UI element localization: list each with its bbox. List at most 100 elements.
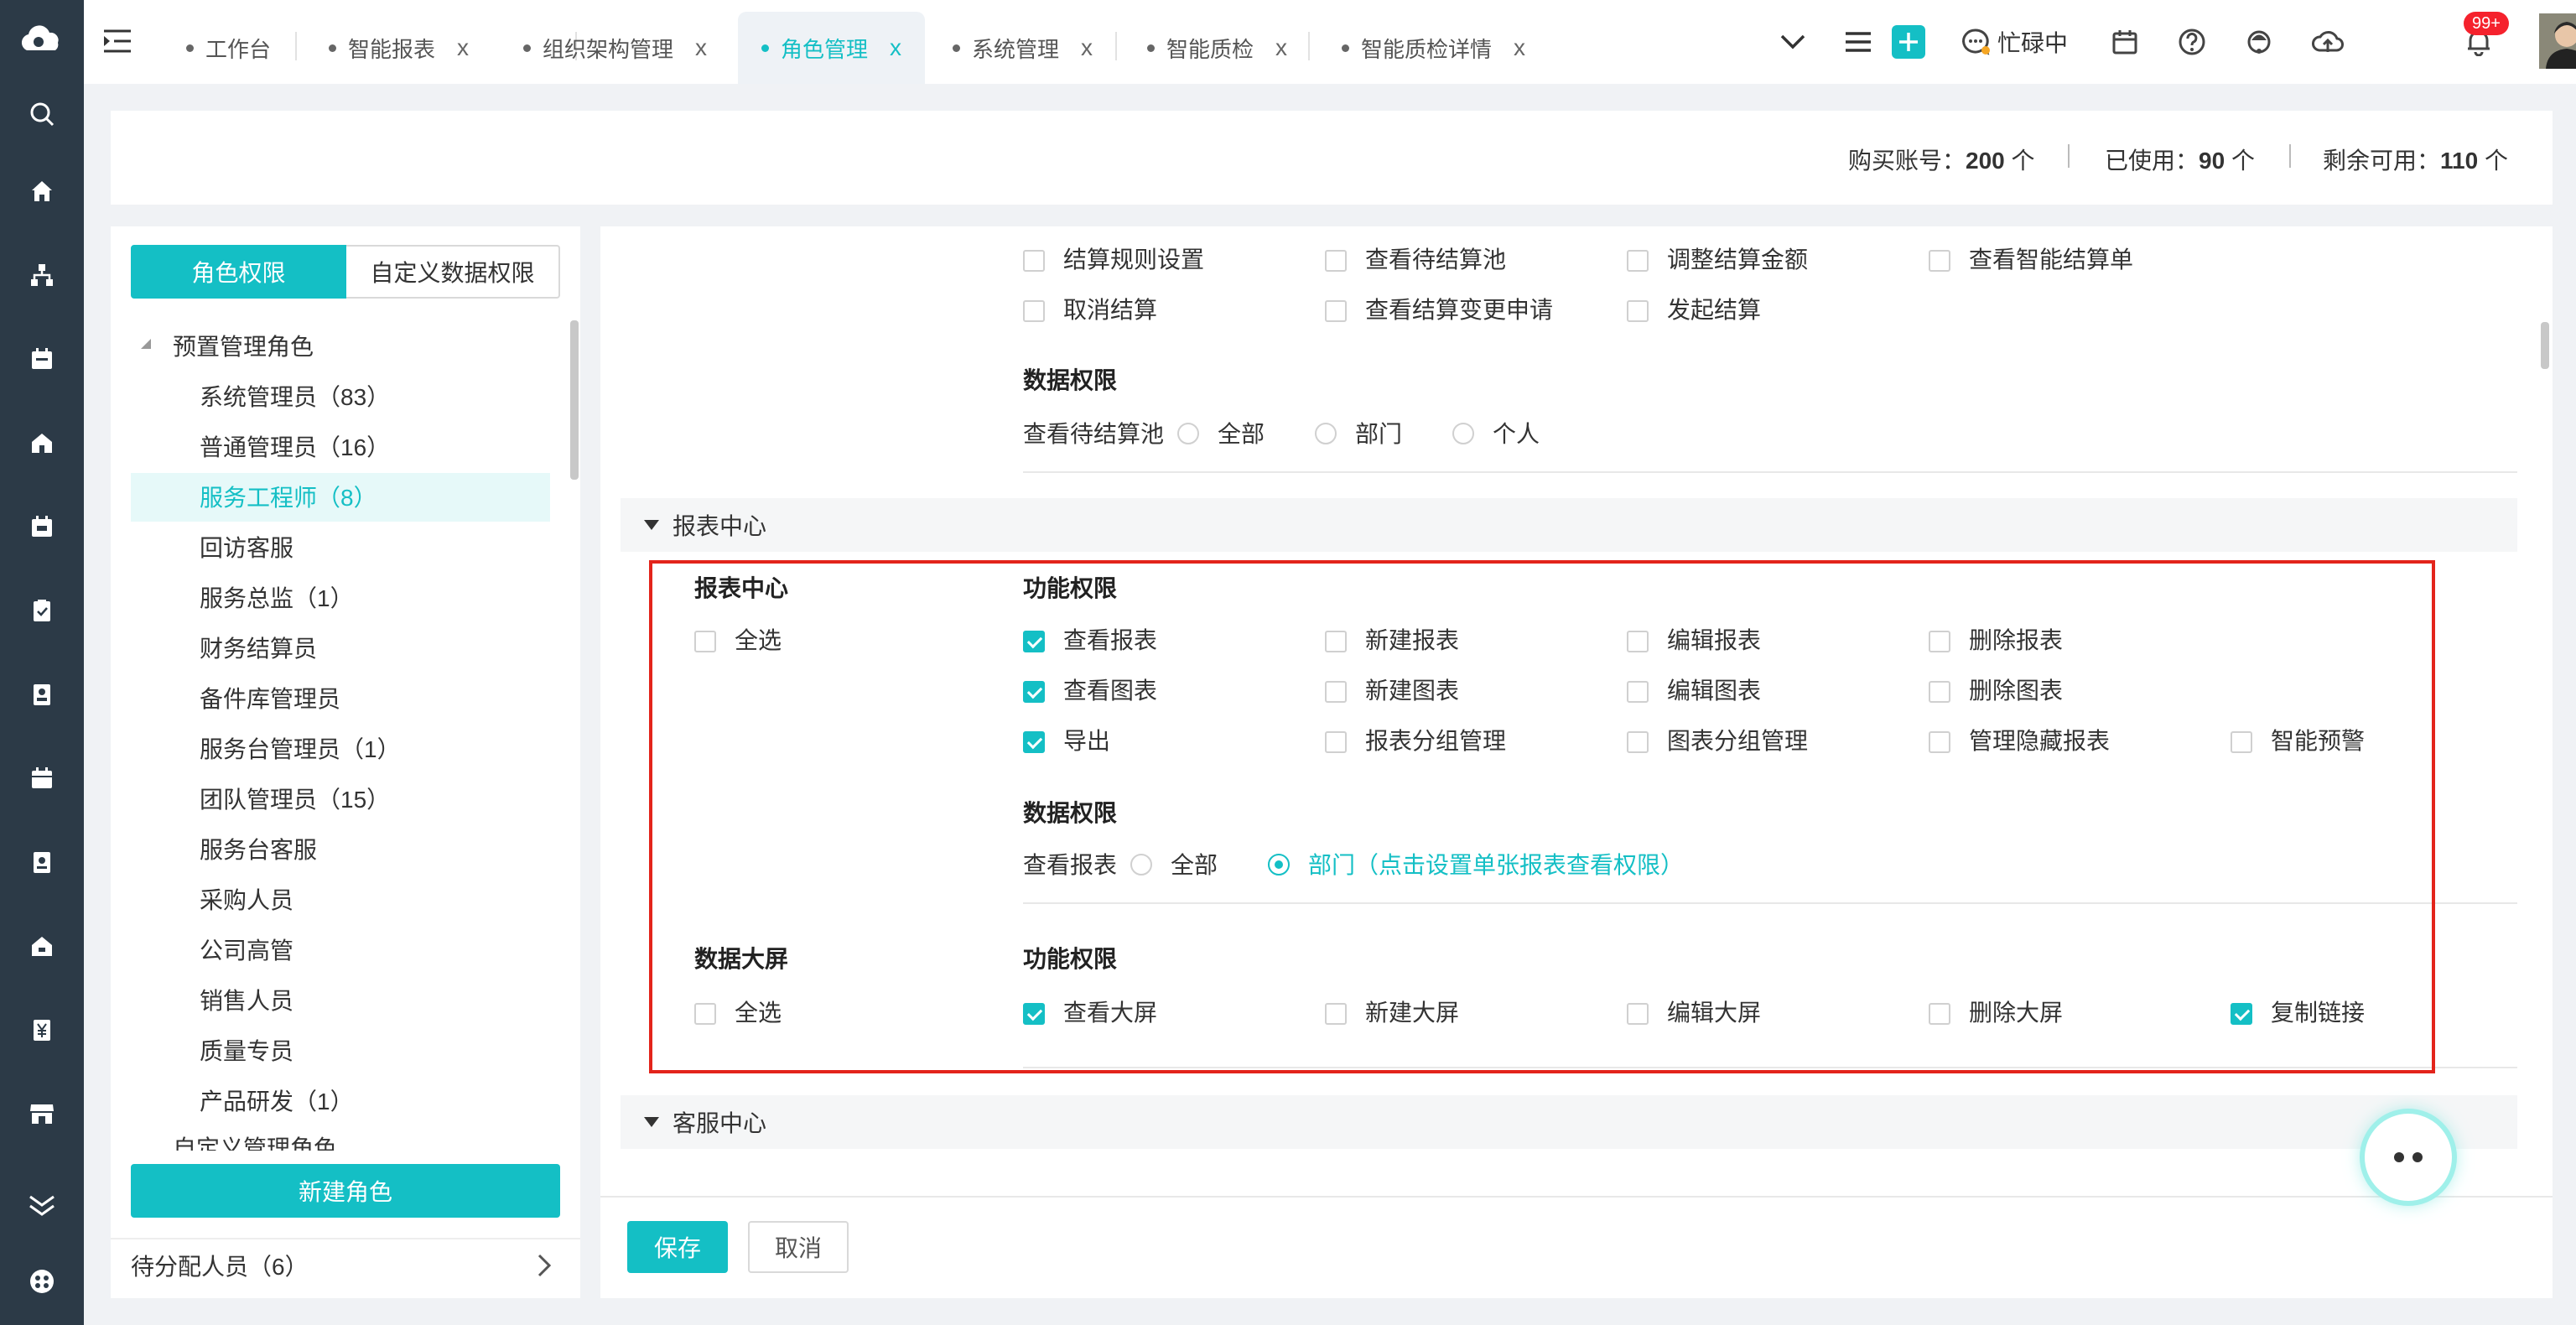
store-icon[interactable] xyxy=(25,1097,59,1130)
checkbox[interactable] xyxy=(1929,250,1950,272)
chevron-right-icon[interactable] xyxy=(537,1253,552,1282)
calendar-top-icon[interactable] xyxy=(2108,23,2142,60)
tree-item-role[interactable]: 产品研发（1） xyxy=(200,1077,354,1124)
tab-label: 系统管理 xyxy=(972,36,1060,62)
menu-toggle-icon[interactable] xyxy=(102,29,132,58)
checkbox[interactable] xyxy=(1325,300,1347,322)
stat-purchased: 购买账号：200 个 xyxy=(1848,143,2035,176)
tree-group-custom[interactable]: 自定义管理角色 xyxy=(173,1132,337,1151)
checkbox[interactable] xyxy=(1023,250,1045,272)
tree-item-role[interactable]: 质量专员 xyxy=(200,1026,293,1073)
chevron-down-icon[interactable] xyxy=(1776,23,1810,60)
pending-users-item[interactable]: 待分配人员（6） xyxy=(131,1239,309,1291)
tab-label: 智能质检详情 xyxy=(1361,36,1493,62)
stat-label: 已使用： xyxy=(2105,148,2199,174)
clipboard-icon[interactable] xyxy=(25,594,59,627)
calendar-grid-icon[interactable] xyxy=(25,761,59,795)
right-scrollbar[interactable] xyxy=(2541,322,2549,369)
save-button[interactable]: 保存 xyxy=(627,1221,728,1273)
tree-group-preset[interactable]: 预置管理角色 xyxy=(173,322,314,369)
assistant-icon[interactable] xyxy=(2242,23,2276,60)
search-icon[interactable] xyxy=(25,97,59,131)
calendar-icon[interactable] xyxy=(25,342,59,376)
house-alt-icon[interactable] xyxy=(25,929,59,963)
assistant-eyes-icon xyxy=(2394,1152,2423,1162)
close-icon[interactable]: x xyxy=(890,34,901,61)
tab-smart-qc[interactable]: 智能质检 x xyxy=(1147,12,1287,84)
stat-value: 90 xyxy=(2199,148,2225,174)
tab-role-permission[interactable]: 角色权限 xyxy=(131,245,346,299)
avatar[interactable] xyxy=(2539,13,2576,69)
checkbox[interactable] xyxy=(1627,250,1649,272)
tab-label: 工作台 xyxy=(205,36,272,62)
settings-icon[interactable] xyxy=(25,1265,59,1298)
tab-role-management[interactable]: 角色管理 x xyxy=(738,12,926,84)
tree-collapse-icon[interactable] xyxy=(139,337,153,355)
org-icon[interactable] xyxy=(25,258,59,292)
tree-item-role[interactable]: 财务结算员 xyxy=(200,624,317,671)
tab-org-management[interactable]: 组织架构管理 x xyxy=(523,12,707,84)
left-tabs: 角色权限 自定义数据权限 xyxy=(131,245,560,299)
tab-label: 智能报表 xyxy=(348,36,436,62)
new-role-button[interactable]: 新建角色 xyxy=(131,1164,560,1218)
checkbox[interactable] xyxy=(1627,300,1649,322)
radio[interactable] xyxy=(1315,423,1337,444)
add-icon[interactable] xyxy=(1890,23,1927,60)
notification-badge: 99+ xyxy=(2464,12,2509,35)
close-icon[interactable]: x xyxy=(1275,34,1287,61)
cancel-button[interactable]: 取消 xyxy=(748,1221,849,1273)
tab-smart-qc-detail[interactable]: 智能质检详情 x xyxy=(1342,12,1525,84)
id-card-icon[interactable] xyxy=(25,845,59,879)
status-indicator[interactable]: 忙碌中 xyxy=(1961,23,2070,60)
floating-assistant-button[interactable] xyxy=(2365,1114,2452,1201)
list-menu-icon[interactable] xyxy=(1841,23,1875,60)
collapse-triangle-icon[interactable] xyxy=(644,1117,659,1127)
tree-item-role[interactable]: 销售人员 xyxy=(200,976,293,1023)
left-scrollbar[interactable] xyxy=(570,320,579,480)
tree-item-role[interactable]: 系统管理员（83） xyxy=(200,372,390,419)
logo-icon[interactable] xyxy=(17,23,67,57)
tree-item-role[interactable]: 服务台管理员（1） xyxy=(200,725,401,772)
tab-dot-icon xyxy=(1342,44,1349,52)
contact-icon[interactable] xyxy=(25,678,59,711)
tree-item-role[interactable]: 公司高管 xyxy=(200,926,293,973)
tab-custom-data-permission[interactable]: 自定义数据权限 xyxy=(346,245,560,299)
tree-item-role[interactable]: 服务台客服 xyxy=(200,825,317,872)
section-header-service[interactable]: 客服中心 xyxy=(621,1095,2517,1149)
tab-workbench[interactable]: 工作台 xyxy=(186,12,271,84)
tab-smart-report[interactable]: 智能报表 x xyxy=(329,12,469,84)
yen-icon[interactable] xyxy=(25,1013,59,1047)
checkbox[interactable] xyxy=(1023,300,1045,322)
tree-item-role[interactable]: 普通管理员（16） xyxy=(200,423,390,470)
close-icon[interactable]: x xyxy=(695,34,707,61)
close-icon[interactable]: x xyxy=(1514,34,1525,61)
radio[interactable] xyxy=(1177,423,1199,444)
collapse-triangle-icon[interactable] xyxy=(644,520,659,530)
checkbox[interactable] xyxy=(1325,250,1347,272)
section-title: 客服中心 xyxy=(673,1110,767,1136)
tree-item-role[interactable]: 采购人员 xyxy=(200,876,293,922)
cloud-upload-icon[interactable] xyxy=(2309,23,2346,60)
home-icon[interactable] xyxy=(25,174,59,208)
stat-unit: 个 xyxy=(2231,148,2255,174)
tree-item-role[interactable]: 回访客服 xyxy=(200,523,293,570)
chat-status-icon xyxy=(1962,29,1990,55)
perm-label: 取消结算 xyxy=(1063,297,1158,323)
close-icon[interactable]: x xyxy=(1081,34,1093,61)
tree-item-role-selected[interactable]: 服务工程师（8） xyxy=(200,473,377,520)
help-icon[interactable] xyxy=(2175,23,2209,60)
tab-dot-icon xyxy=(1147,44,1155,52)
close-icon[interactable]: x xyxy=(457,34,469,61)
radio[interactable] xyxy=(1452,423,1474,444)
house-icon[interactable] xyxy=(25,426,59,460)
tree-item-role[interactable]: 备件库管理员 xyxy=(200,674,340,721)
chevron-double-down-icon[interactable] xyxy=(25,1189,59,1223)
calendar-alt-icon[interactable] xyxy=(25,510,59,543)
tab-system-management[interactable]: 系统管理 x xyxy=(953,12,1093,84)
tree-item-role[interactable]: 团队管理员（15） xyxy=(200,775,390,822)
radio-label: 部门 xyxy=(1355,421,1403,447)
stat-unit: 个 xyxy=(2011,148,2035,174)
tree-item-role[interactable]: 服务总监（1） xyxy=(200,574,354,621)
section-header-report[interactable]: 报表中心 xyxy=(621,498,2517,552)
perm-label: 查看结算变更申请 xyxy=(1365,297,1554,323)
